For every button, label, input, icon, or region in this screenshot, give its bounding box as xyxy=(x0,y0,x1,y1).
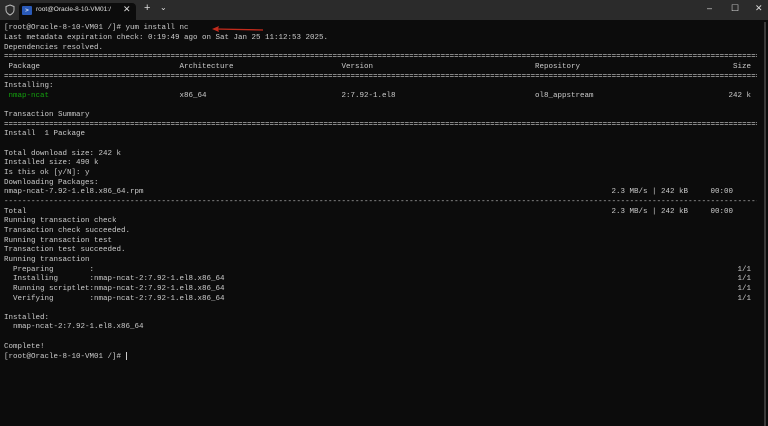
shield-icon xyxy=(5,4,15,16)
total-label: Total xyxy=(4,207,27,216)
header-version: Version xyxy=(341,62,374,71)
separator: ========================================… xyxy=(4,72,757,81)
terminal-line: nmap-ncat-2:7.92-1.el8.x86_64 xyxy=(4,323,144,332)
maximize-button[interactable]: ☐ xyxy=(731,3,739,14)
terminal-line: Last metadata expiration check: 0:19:49 … xyxy=(4,33,329,42)
separator: ----------------------------------------… xyxy=(4,198,757,206)
command: yum install nc xyxy=(125,24,189,33)
tab-title: root@Oracle-8-10-VM01:/ xyxy=(36,6,111,13)
progress-label: Preparing : xyxy=(4,265,95,274)
command-line: [root@Oracle-8-10-VM01 /]# yum install n… xyxy=(4,24,189,34)
package-size: 242 k xyxy=(728,91,752,100)
terminal-line: Downloading Packages: xyxy=(4,178,99,187)
header-size: Size xyxy=(733,62,752,71)
progress-count: 1/1 xyxy=(737,275,752,284)
header-package: Package xyxy=(8,62,41,71)
terminal-output[interactable]: [root@Oracle-8-10-VM01 /]# yum install n… xyxy=(0,20,764,426)
progress-label: Installing : xyxy=(4,275,95,284)
progress-count: 1/1 xyxy=(737,265,752,274)
prompt: [root@Oracle-8-10-VM01 /]# xyxy=(4,353,126,362)
rpm-stats: 2.3 MB/s | 242 kB 00:00 xyxy=(611,188,734,197)
total-stats: 2.3 MB/s | 242 kB 00:00 xyxy=(611,207,734,216)
close-tab-icon[interactable]: ✕ xyxy=(123,4,131,15)
terminal-line: Installed size: 490 k xyxy=(4,159,99,168)
header-repository: Repository xyxy=(535,62,581,71)
package-arch: x86_64 xyxy=(179,91,207,100)
terminal-line: Running transaction check xyxy=(4,217,117,226)
progress-label: Verifying : xyxy=(4,294,95,303)
tab-terminal[interactable]: > root@Oracle-8-10-VM01:/ ✕ xyxy=(19,3,136,20)
package-version: 2:7.92-1.el8 xyxy=(341,91,396,100)
tab-dropdown-button[interactable]: ⌄ xyxy=(160,3,167,12)
header-architecture: Architecture xyxy=(179,62,234,71)
progress-package: nmap-ncat-2:7.92-1.el8.x86_64 xyxy=(94,294,225,303)
progress-count: 1/1 xyxy=(737,284,752,293)
section-label: Installing: xyxy=(4,82,54,91)
title-bar: > root@Oracle-8-10-VM01:/ ✕ + ⌄ – ☐ ✕ xyxy=(0,0,768,20)
new-tab-button[interactable]: + xyxy=(144,2,150,14)
separator: ========================================… xyxy=(4,120,757,129)
summary-title: Transaction Summary xyxy=(4,111,90,120)
terminal-line: Transaction check succeeded. xyxy=(4,226,131,235)
red-arrow-annotation-icon xyxy=(212,26,264,32)
progress-package: nmap-ncat-2:7.92-1.el8.x86_64 xyxy=(94,284,225,293)
terminal-line: Total download size: 242 k xyxy=(4,149,122,158)
terminal-line: Installed: xyxy=(4,313,50,322)
powershell-icon: > xyxy=(22,6,32,15)
progress-label: Running scriptlet: xyxy=(4,284,95,293)
terminal-line: Transaction test succeeded. xyxy=(4,246,126,255)
prompt: [root@Oracle-8-10-VM01 /]# xyxy=(4,24,126,33)
text-cursor xyxy=(125,352,127,361)
close-window-button[interactable]: ✕ xyxy=(755,3,763,14)
terminal-line: Running transaction test xyxy=(4,236,113,245)
terminal-line: Running transaction xyxy=(4,255,90,264)
terminal-line: Dependencies resolved. xyxy=(4,43,104,52)
package-name: nmap-ncat xyxy=(8,91,50,100)
terminal-line: Complete! xyxy=(4,342,45,351)
rpm-name: nmap-ncat-7.92-1.el8.x86_64.rpm xyxy=(4,188,144,197)
package-repo: ol8_appstream xyxy=(535,91,594,100)
separator: ========================================… xyxy=(4,53,757,62)
final-prompt-line[interactable]: [root@Oracle-8-10-VM01 /]# xyxy=(4,352,127,363)
progress-count: 1/1 xyxy=(737,294,752,303)
terminal-line: Install 1 Package xyxy=(4,130,86,139)
progress-package: nmap-ncat-2:7.92-1.el8.x86_64 xyxy=(94,275,225,284)
minimize-button[interactable]: – xyxy=(707,3,712,13)
scrollbar[interactable] xyxy=(764,22,766,426)
terminal-line: Is this ok [y/N]: y xyxy=(4,169,90,178)
